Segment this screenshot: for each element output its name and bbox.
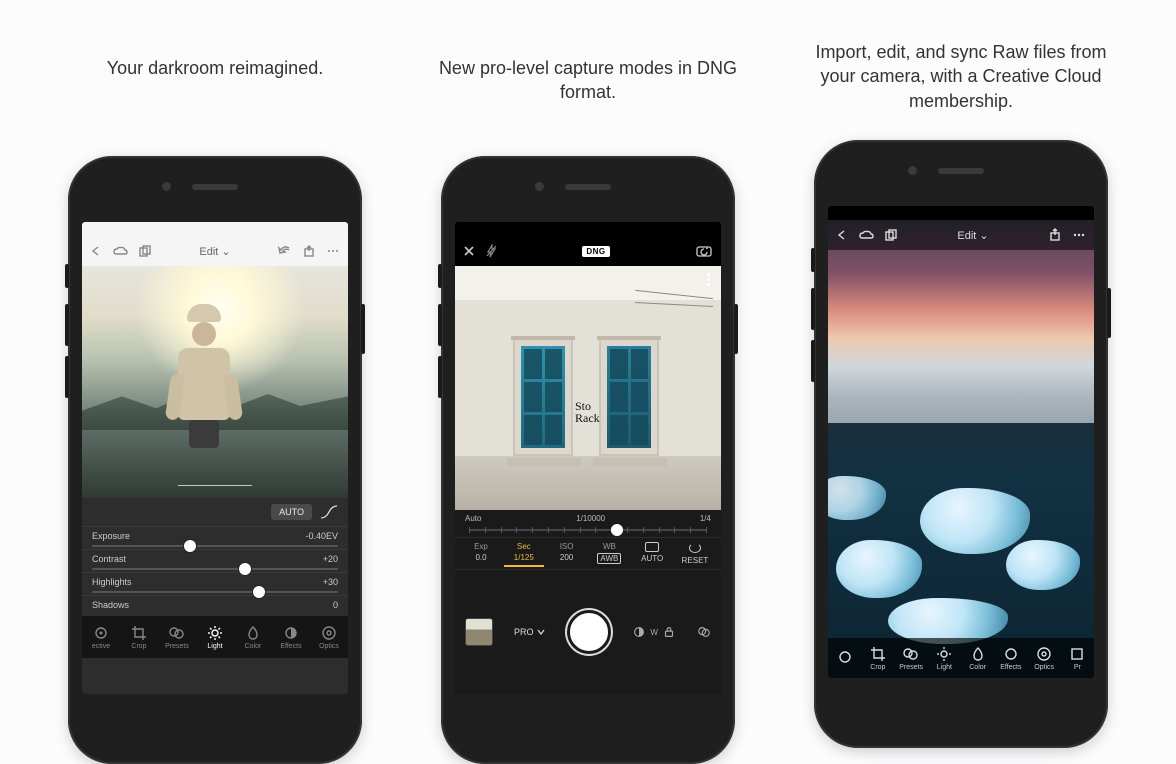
highlights-label: Highlights [92, 577, 132, 587]
tone-curve-icon[interactable] [320, 505, 338, 519]
highlights-slider-row: Highlights +30 [82, 572, 348, 595]
tab-light[interactable]: Light [928, 646, 961, 671]
tab-selective[interactable]: ective [84, 625, 118, 650]
exposure-value: -0.40EV [305, 531, 338, 541]
edit-tabbar: Crop Presets Light Color Effects Optics … [828, 638, 1094, 678]
close-icon[interactable] [463, 245, 475, 257]
tab-effects[interactable]: Effects [994, 646, 1027, 671]
dng-badge: DNG [582, 246, 609, 257]
phone-frame-1: Edit ⌄ AUTO [68, 156, 362, 764]
setting-focus[interactable]: AUTO [632, 542, 672, 565]
setting-sec[interactable]: Sec1/125 [504, 542, 544, 567]
last-photo-thumbnail[interactable] [465, 618, 493, 646]
tab-color[interactable]: Color [236, 625, 270, 650]
tab-selective[interactable] [828, 649, 861, 667]
reset-icon [688, 542, 702, 554]
switch-camera-icon[interactable] [695, 244, 713, 258]
undo-icon[interactable] [278, 245, 292, 257]
tab-effects[interactable]: Effects [274, 625, 308, 650]
wb-lock-button[interactable]: W [632, 625, 676, 639]
tab-crop[interactable]: Crop [861, 646, 894, 671]
filters-icon[interactable] [697, 625, 711, 639]
flash-icon[interactable] [485, 244, 497, 258]
shutter-speed-slider[interactable] [469, 529, 707, 531]
photo-full-preview[interactable] [828, 206, 1094, 678]
more-icon[interactable] [326, 245, 340, 257]
edit-mode-button[interactable]: Edit ⌄ [957, 229, 988, 242]
tab-color[interactable]: Color [961, 646, 994, 671]
highlights-slider[interactable] [92, 591, 338, 593]
tab-light[interactable]: Light [198, 625, 232, 650]
contrast-label: Contrast [92, 554, 126, 564]
shadows-slider-row: Shadows 0 [82, 595, 348, 616]
back-icon[interactable] [90, 245, 102, 257]
contrast-slider-row: Contrast +20 [82, 549, 348, 572]
exposure-label: Exposure [92, 531, 130, 541]
phone-frame-2: DNG StoRack Auto 1/10000 [441, 156, 735, 764]
tab-crop[interactable]: Crop [122, 625, 156, 650]
shadows-label: Shadows [92, 600, 129, 610]
cloud-icon[interactable] [112, 245, 128, 257]
viewfinder-more-icon[interactable] [701, 272, 715, 286]
shutter-info-max: 1/4 [700, 514, 711, 523]
focus-bracket-icon [645, 542, 659, 552]
caption-2: New pro-level capture modes in DNG forma… [423, 56, 753, 146]
camera-viewfinder[interactable]: StoRack [455, 266, 721, 510]
exposure-slider[interactable] [92, 545, 338, 547]
edit-mode-button[interactable]: Edit ⌄ [199, 245, 230, 258]
setting-exp[interactable]: Exp0.0 [461, 542, 501, 565]
tab-presets[interactable]: Presets [160, 625, 194, 650]
exposure-slider-row: Exposure -0.40EV [82, 526, 348, 549]
auto-button[interactable]: AUTO [271, 504, 312, 520]
tab-optics[interactable]: Optics [312, 625, 346, 650]
back-icon[interactable] [836, 229, 848, 241]
more-icon[interactable] [1072, 229, 1086, 241]
setting-iso[interactable]: ISO200 [547, 542, 587, 565]
shutter-info-speed: 1/10000 [576, 514, 605, 523]
capture-mode-selector[interactable]: PRO [514, 627, 547, 637]
share-icon[interactable] [1048, 228, 1062, 242]
highlights-value: +30 [323, 577, 338, 587]
tab-more[interactable]: Pr [1061, 646, 1094, 671]
setting-wb[interactable]: WBAWB [589, 542, 629, 565]
tab-optics[interactable]: Optics [1028, 646, 1061, 671]
shadows-value: 0 [333, 600, 338, 610]
cloud-icon[interactable] [858, 229, 874, 241]
setting-reset[interactable]: RESET [675, 542, 715, 565]
caption-1: Your darkroom reimagined. [97, 56, 333, 146]
phone-frame-3: Edit ⌄ Crop Presets Light Color Effects … [814, 140, 1108, 748]
contrast-value: +20 [323, 554, 338, 564]
edit-tabbar: ective Crop Presets Light Color Effects … [82, 616, 348, 658]
contrast-slider[interactable] [92, 568, 338, 570]
edit-photo-preview[interactable] [82, 266, 348, 498]
copy-icon[interactable] [138, 245, 152, 257]
tab-presets[interactable]: Presets [895, 646, 928, 671]
share-icon[interactable] [302, 245, 316, 257]
shutter-info-auto: Auto [465, 514, 481, 523]
caption-3: Import, edit, and sync Raw files from yo… [796, 40, 1126, 130]
shutter-button[interactable] [567, 610, 611, 654]
copy-icon[interactable] [884, 229, 898, 241]
